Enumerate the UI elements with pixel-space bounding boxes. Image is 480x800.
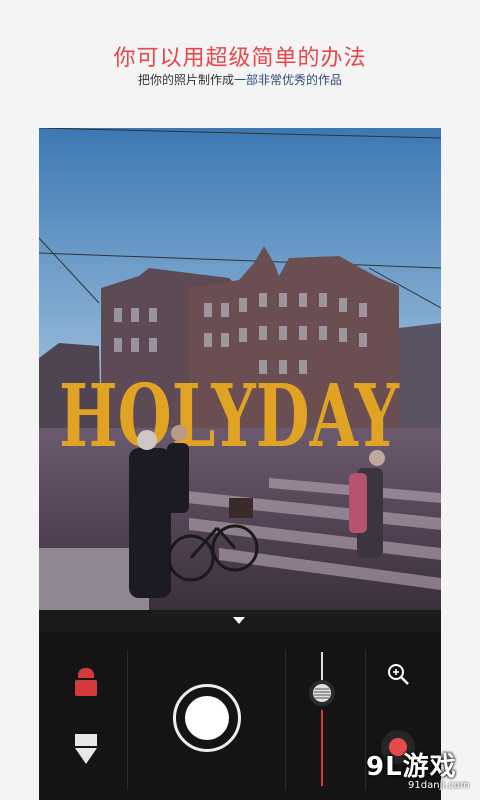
app-screen: HOLYDAY xyxy=(39,128,441,800)
watermark-logo: 9L游戏 xyxy=(366,752,457,782)
eraser-icon[interactable] xyxy=(75,734,97,766)
grip-icon xyxy=(313,684,331,702)
divider xyxy=(127,650,128,790)
photo-illustration: HOLYDAY xyxy=(39,128,441,610)
divider xyxy=(285,650,286,790)
promo-title: 你可以用超级简单的办法 xyxy=(113,46,367,71)
slider-knob[interactable] xyxy=(309,680,335,706)
overlay-text: HOLYDAY xyxy=(59,366,400,467)
collapse-bar[interactable] xyxy=(39,610,441,632)
chevron-down-icon[interactable] xyxy=(233,617,245,624)
shutter-inner xyxy=(185,696,229,740)
shutter-button[interactable] xyxy=(173,684,241,752)
watermark-url: 91danji.com xyxy=(408,780,470,791)
slider-track-active xyxy=(321,710,323,786)
photo-preview[interactable]: HOLYDAY xyxy=(39,128,441,610)
promo-subtitle: 把你的照片制作成一部非常优秀的作品 xyxy=(0,71,480,88)
watermark: 9L游戏 91danji.com xyxy=(360,744,480,800)
zoom-in-icon[interactable] xyxy=(386,662,410,686)
marker-icon[interactable] xyxy=(75,668,97,700)
promo-subtitle-prefix: 把你的照片制作成 xyxy=(137,73,234,87)
promo-header: 你可以用超级简单的办法 把你的照片制作成一部非常优秀的作品 xyxy=(0,0,480,128)
promo-subtitle-highlight: 一部非常优秀的作品 xyxy=(234,73,343,87)
